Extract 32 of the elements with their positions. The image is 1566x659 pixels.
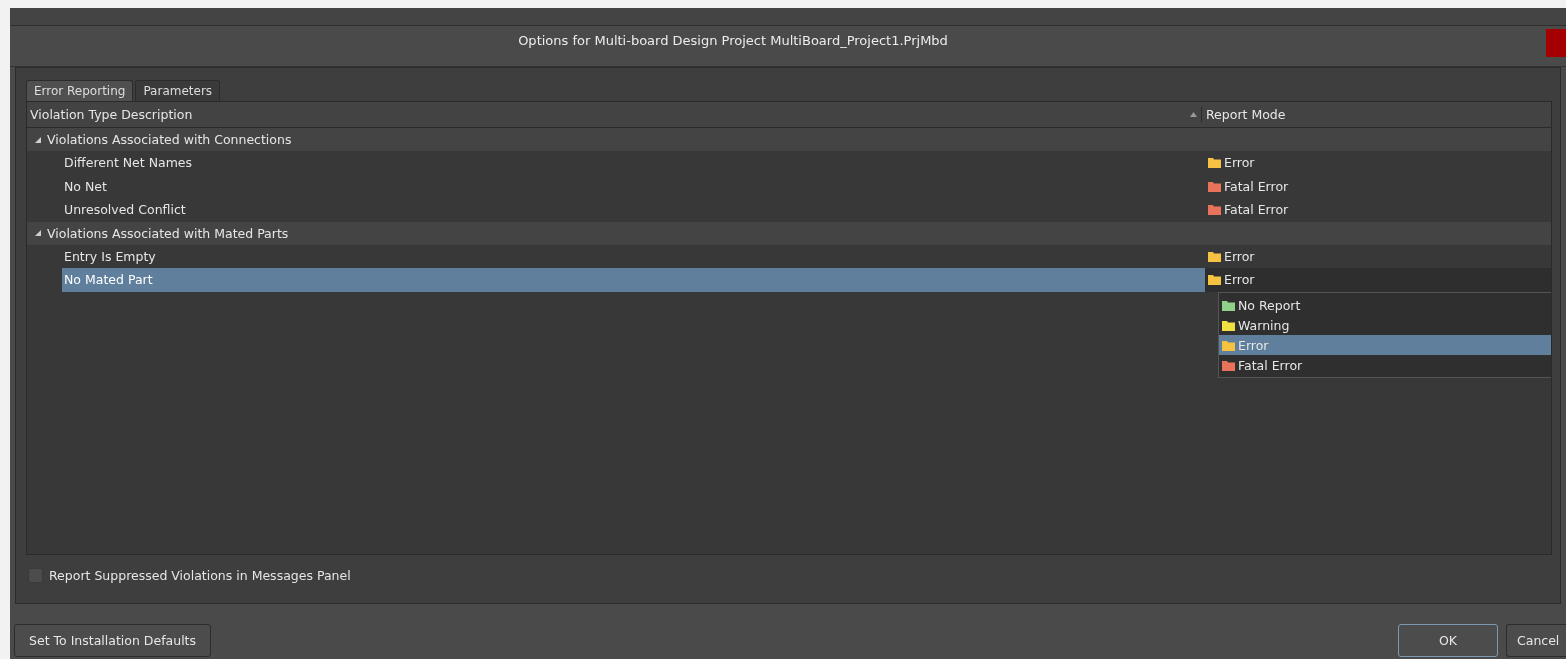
- expander-icon[interactable]: [35, 230, 41, 236]
- group-label: Violations Associated with Connections: [47, 132, 292, 147]
- column-header[interactable]: Violation Type Description: [27, 107, 1190, 122]
- tab[interactable]: Parameters: [135, 80, 221, 101]
- dropdown-option[interactable]: Fatal Error: [1219, 355, 1551, 375]
- option-label: Warning: [1238, 317, 1290, 333]
- window-title: Options for Multi-board Design Project MultiBoard_Project1.PrjMbd: [518, 32, 948, 48]
- report-mode-dropdown[interactable]: Error: [1205, 268, 1551, 292]
- report-mode-value: Fatal Error: [1224, 178, 1289, 194]
- violation-name[interactable]: Different Net Names: [62, 151, 1205, 175]
- checkbox-label[interactable]: Report Suppressed Violations in Messages Panel: [49, 567, 351, 583]
- report-mode-value: Error: [1224, 155, 1255, 171]
- report-mode-value: Error: [1224, 272, 1255, 288]
- violation-name[interactable]: No Net: [62, 174, 1205, 198]
- report-mode-value: Error: [1224, 248, 1255, 264]
- sort-arrow-icon: [1190, 112, 1197, 117]
- option-label: Error: [1238, 337, 1269, 353]
- violation-name[interactable]: No Mated Part: [62, 268, 1205, 292]
- ok-button[interactable]: OK: [1398, 624, 1498, 657]
- dropdown-option[interactable]: Warning: [1219, 315, 1551, 335]
- expander-icon[interactable]: [35, 136, 41, 143]
- cancel-button[interactable]: Cancel: [1506, 624, 1566, 657]
- option-label: No Report: [1238, 297, 1301, 313]
- violation-name[interactable]: Entry Is Empty: [62, 244, 1205, 268]
- defaults-button[interactable]: Set To Installation Defaults: [14, 624, 212, 657]
- group-label: Violations Associated with Mated Parts: [47, 225, 289, 241]
- dropdown-option[interactable]: No Report: [1219, 295, 1551, 315]
- violation-name[interactable]: Unresolved Conflict: [62, 198, 1205, 222]
- option-label: Fatal Error: [1238, 357, 1303, 373]
- column-header[interactable]: Report Mode: [1201, 107, 1551, 122]
- report-mode-value: Fatal Error: [1224, 202, 1289, 218]
- tab[interactable]: Error Reporting: [26, 80, 134, 101]
